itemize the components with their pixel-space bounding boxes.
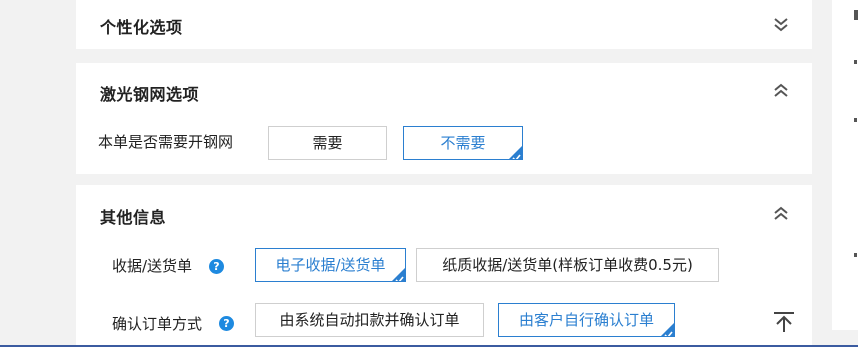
back-to-top-icon[interactable] [772, 311, 796, 333]
chevron-double-up-icon[interactable] [772, 82, 790, 100]
other-info-section: 其他信息 收据/送货单 ? 电子收据/送货单 纸质收据/送货单(样板订单收费0.… [76, 185, 812, 347]
receipt-option-electronic-label: 电子收据/送货单 [275, 256, 386, 274]
check-corner-icon [505, 142, 522, 159]
personalization-section: 个性化选项 [76, 0, 812, 49]
stencil-option-not-need-label: 不需要 [440, 134, 486, 152]
laser-stencil-section: 激光钢网选项 本单是否需要开钢网 需要 不需要 [76, 63, 812, 174]
confirm-method-label: 确认订单方式 [112, 315, 203, 333]
check-corner-icon [657, 319, 674, 336]
confirm-option-customer-label: 由客户自行确认订单 [518, 311, 654, 329]
confirm-option-auto[interactable]: 由系统自动扣款并确认订单 [255, 303, 484, 337]
stencil-option-not-need[interactable]: 不需要 [403, 126, 523, 160]
receipt-label: 收据/送货单 [112, 257, 193, 275]
chevron-double-down-icon[interactable] [772, 16, 790, 34]
confirm-option-customer[interactable]: 由客户自行确认订单 [498, 303, 675, 337]
laser-stencil-title: 激光钢网选项 [100, 85, 200, 104]
stencil-option-need-label: 需要 [312, 134, 343, 152]
panel-fragment [854, 253, 857, 257]
confirm-option-auto-label: 由系统自动扣款并确认订单 [279, 311, 460, 329]
panel-fragment [854, 118, 857, 122]
receipt-option-electronic[interactable]: 电子收据/送货单 [255, 248, 406, 282]
receipt-option-paper[interactable]: 纸质收据/送货单(样板订单收费0.5元) [416, 248, 719, 282]
personalization-title: 个性化选项 [100, 18, 183, 37]
receipt-option-paper-label: 纸质收据/送货单(样板订单收费0.5元) [442, 256, 693, 274]
stencil-option-need[interactable]: 需要 [268, 126, 387, 160]
check-corner-icon [388, 264, 405, 281]
stencil-question-label: 本单是否需要开钢网 [98, 133, 234, 151]
chevron-double-up-icon[interactable] [772, 205, 790, 223]
question-circle-icon[interactable]: ? [209, 259, 224, 274]
right-side-panel [832, 0, 858, 330]
other-info-title: 其他信息 [100, 208, 167, 227]
question-circle-icon[interactable]: ? [219, 316, 234, 331]
panel-fragment [854, 60, 857, 64]
panel-fragment [854, 10, 858, 20]
